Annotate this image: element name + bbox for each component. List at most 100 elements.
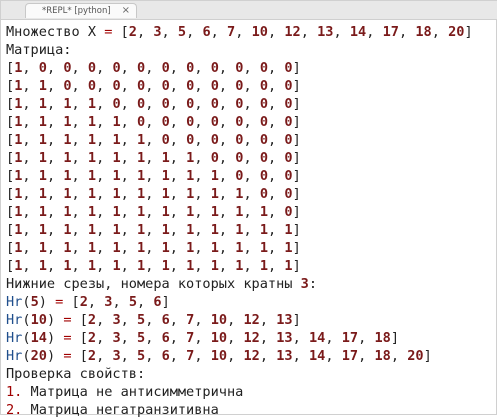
separator: , [325,348,342,364]
separator: , [169,258,187,274]
list-number: 0 [137,78,146,94]
separator: , [169,78,187,94]
separator: , [120,330,137,346]
separator: , [96,168,113,184]
separator: , [268,78,285,94]
separator: , [268,96,285,112]
bracket: ] [292,240,301,256]
list-number: 7 [227,24,236,40]
separator: , [243,240,260,256]
separator: , [186,24,203,40]
separator: , [218,168,236,184]
separator: , [390,348,408,364]
list-number: 1 [63,150,72,166]
paren: ) [46,330,56,346]
slice-function: Hr [6,330,23,346]
separator: , [218,132,236,148]
list-number: 0 [161,132,170,148]
separator: , [96,312,113,328]
list-number: 0 [112,96,121,112]
separator: , [218,258,236,274]
list-number: 18 [415,24,432,40]
list-number: 6 [202,24,211,40]
list-number: 0 [210,60,219,76]
separator: , [46,240,64,256]
list-number: 0 [210,78,219,94]
bracket: ] [161,294,170,310]
list-number: 12 [243,330,260,346]
separator: , [22,150,39,166]
list-number: 1 [63,204,72,220]
separator: , [169,204,187,220]
separator: , [46,114,64,130]
list-number: 1 [259,222,268,238]
list-number: 1 [284,258,293,274]
separator: , [145,114,162,130]
separator: , [120,204,137,220]
list-number: 1 [63,222,72,238]
separator: , [194,96,211,112]
bracket: ] [423,348,432,364]
close-icon[interactable]: × [122,5,130,17]
separator: , [169,312,187,328]
list-number: 0 [284,78,293,94]
list-number: 1 [87,96,97,112]
list-number: 20 [448,24,465,40]
matrix-row: [1, 1, 1, 1, 1, 1, 1, 1, 1, 1, 1, 1] [6,257,492,275]
equals-operator: = [63,348,72,364]
separator: , [145,204,162,220]
separator: , [46,60,64,76]
separator: , [96,78,113,94]
bracket: ] [292,312,301,328]
matrix-label: Матрица: [6,42,72,58]
bracket: ] [292,96,301,112]
separator: , [71,132,88,148]
separator: , [71,168,88,184]
separator: , [169,240,187,256]
separator: , [194,222,211,238]
list-number: 1 [112,240,121,256]
separator: , [235,24,252,40]
repl-output[interactable]: Множество X = [2, 3, 5, 6, 7, 10, 12, 13… [6,23,492,418]
separator: , [169,60,187,76]
list-number: 1 [284,240,293,256]
list-number: 2 [87,348,97,364]
matrix-label-line: Матрица: [6,41,492,59]
separator: , [22,78,39,94]
separator: , [366,24,383,40]
bracket: [ [6,150,15,166]
list-number: 3 [112,348,121,364]
separator: , [194,240,211,256]
separator: , [71,204,88,220]
list-number: 10 [210,312,228,328]
list-number: 13 [276,348,293,364]
list-number: 20 [407,348,424,364]
separator: , [22,60,39,76]
bracket: ] [292,168,301,184]
separator: , [71,60,88,76]
list-number: 5 [137,330,146,346]
slice-argument: 10 [30,312,47,328]
separator: , [120,60,137,76]
separator: , [46,96,64,112]
separator: , [22,258,39,274]
separator: , [22,222,39,238]
separator: , [145,222,162,238]
list-number: 0 [284,60,293,76]
separator: , [268,258,285,274]
bracket: [ [120,24,129,40]
separator: , [71,186,88,202]
list-number: 1 [63,240,72,256]
tab-repl-python[interactable]: *REPL* [python] × [25,3,137,18]
separator: , [120,312,137,328]
list-number: 17 [382,24,399,40]
separator: , [218,150,236,166]
bracket: ] [292,78,301,94]
list-number: 3 [153,24,162,40]
list-number: 0 [284,150,293,166]
list-number: 0 [284,168,293,184]
separator: , [46,132,64,148]
separator: , [218,240,236,256]
